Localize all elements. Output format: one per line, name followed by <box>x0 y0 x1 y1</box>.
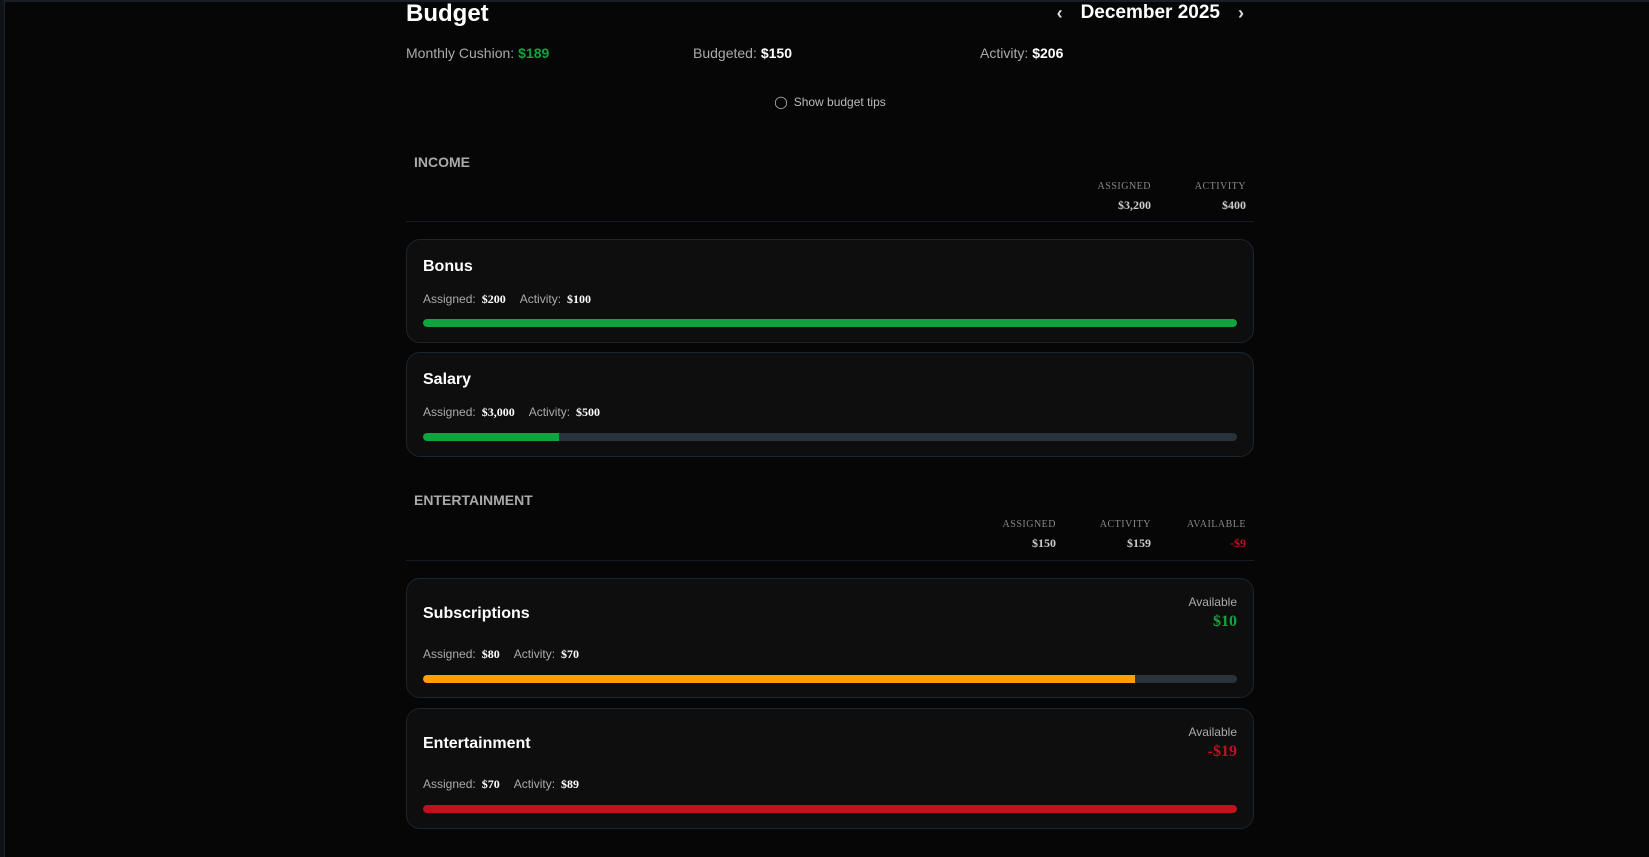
category-meta: Assigned: $70 Activity: $89 <box>423 777 593 792</box>
col-value: $400 <box>1222 198 1246 212</box>
income-activity-col: ACTIVITY $400 <box>1195 181 1246 213</box>
col-header: ASSIGNED <box>1002 519 1056 530</box>
activity-label: Activity: <box>980 45 1029 61</box>
budgeted-label: Budgeted: <box>693 45 757 61</box>
activity-value: $206 <box>1032 45 1064 61</box>
col-header: AVAILABLE <box>1186 519 1246 530</box>
page-title: Budget <box>406 0 489 27</box>
available-value: $10 <box>1213 613 1237 630</box>
lightbulb-icon: ◯ <box>774 95 788 109</box>
show-budget-tips-button[interactable]: ◯ Show budget tips <box>406 95 1254 109</box>
assigned-value: $80 <box>481 647 500 661</box>
available: Available $10 <box>1189 595 1237 631</box>
chevron-right-icon[interactable]: › <box>1238 3 1244 24</box>
col-header: ACTIVITY <box>1099 519 1151 530</box>
progress-fill <box>423 433 559 441</box>
col-value: $3,200 <box>1118 198 1151 212</box>
category-card-subscriptions[interactable]: Subscriptions Available $10 Assigned: $80 A… <box>406 578 1254 698</box>
progress-bar <box>423 433 1237 441</box>
category-meta: Assigned: $3,000 Activity: $500 <box>423 405 614 420</box>
col-header: ASSIGNED <box>1097 181 1151 192</box>
category-name: Salary <box>423 371 472 388</box>
month-label: December 2025 <box>1080 2 1220 23</box>
divider <box>406 560 1254 561</box>
category-card-salary[interactable]: Salary Assigned: $3,000 Activity: $500 <box>406 352 1254 457</box>
activity-value: $70 <box>561 647 580 661</box>
divider <box>406 221 1254 222</box>
category-name: Subscriptions <box>423 605 530 622</box>
category-name: Bonus <box>423 258 473 275</box>
cushion-label: Monthly Cushion: <box>406 45 515 61</box>
available-value: -$19 <box>1207 743 1237 760</box>
col-header: ACTIVITY <box>1194 181 1246 192</box>
assigned-label: Assigned: <box>423 292 476 306</box>
activity-label: Activity: <box>513 647 556 661</box>
available-label: Available <box>1188 595 1237 609</box>
monthly-cushion: Monthly Cushion: $189 <box>406 45 549 61</box>
category-name: Entertainment <box>423 735 531 752</box>
sidebar-edge <box>0 0 5 857</box>
progress-fill <box>423 675 1136 683</box>
ent-available-col: AVAILABLE -$9 <box>1187 519 1246 551</box>
cushion-value: $189 <box>518 45 550 61</box>
income-assigned-col: ASSIGNED $3,200 <box>1098 181 1151 213</box>
assigned-value: $3,000 <box>481 405 515 419</box>
category-meta: Assigned: $200 Activity: $100 <box>423 292 605 307</box>
top-border <box>0 0 1649 2</box>
activity-value: $89 <box>561 777 580 791</box>
chevron-left-icon[interactable]: ‹ <box>1057 3 1063 24</box>
progress-fill <box>423 319 1237 327</box>
budgeted: Budgeted: $150 <box>693 45 792 61</box>
available: Available -$19 <box>1189 725 1237 761</box>
assigned-value: $70 <box>481 777 500 791</box>
progress-bar <box>423 675 1237 683</box>
category-meta: Assigned: $80 Activity: $70 <box>423 647 593 662</box>
ent-assigned-col: ASSIGNED $150 <box>1003 519 1056 551</box>
col-value: $150 <box>1032 536 1056 550</box>
category-card-entertainment[interactable]: Entertainment Available -$19 Assigned: $70… <box>406 708 1254 829</box>
assigned-label: Assigned: <box>423 647 476 661</box>
available-label: Available <box>1188 725 1237 739</box>
budgeted-value: $150 <box>760 45 792 61</box>
activity: Activity: $206 <box>980 45 1063 61</box>
progress-bar <box>423 319 1237 327</box>
activity-value: $500 <box>576 405 601 419</box>
activity-value: $100 <box>567 292 592 306</box>
activity-label: Activity: <box>513 777 556 791</box>
progress-fill <box>423 805 1237 813</box>
section-title-income: INCOME <box>414 154 470 170</box>
col-value: $159 <box>1127 536 1151 550</box>
col-value: -$9 <box>1230 536 1246 550</box>
activity-label: Activity: <box>519 292 562 306</box>
assigned-label: Assigned: <box>423 405 476 419</box>
section-title-entertainment: ENTERTAINMENT <box>414 492 533 508</box>
progress-bar <box>423 805 1237 813</box>
category-card-bonus[interactable]: Bonus Assigned: $200 Activity: $100 <box>406 239 1254 343</box>
activity-label: Activity: <box>528 405 571 419</box>
assigned-label: Assigned: <box>423 777 476 791</box>
assigned-value: $200 <box>481 292 506 306</box>
tips-label: Show budget tips <box>793 95 886 109</box>
ent-activity-col: ACTIVITY $159 <box>1100 519 1151 551</box>
month-selector: ‹ December 2025 › <box>1057 2 1244 24</box>
